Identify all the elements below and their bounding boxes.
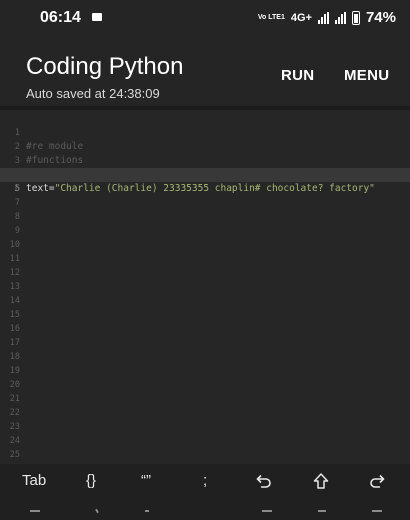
code-line: 2 #functions (0, 126, 410, 166)
arrow-up-icon[interactable] (312, 472, 330, 490)
page-title: Coding Python (26, 53, 184, 80)
line-number: 13 (9, 282, 20, 292)
line-number: 22 (9, 408, 20, 418)
app-header: Coding Python Auto saved at 24:38:09 RUN… (0, 40, 410, 106)
status-indicators: Vo LTE1 4G+ 74% (258, 9, 396, 26)
line-number: 21 (9, 394, 20, 404)
line-number: 9 (14, 226, 20, 236)
line-number: 10 (9, 240, 20, 250)
line-number: 25 (9, 450, 20, 460)
line-number: 12 (9, 268, 20, 278)
line-number: 24 (9, 436, 20, 446)
menu-button[interactable]: MENU (344, 67, 389, 84)
code-line-active[interactable]: 5 (0, 168, 410, 194)
volte-icon: Vo LTE1 (257, 14, 285, 21)
semicolon-key[interactable]: ; (203, 472, 207, 489)
code-line: 4 text="Charlie (Charlie) 23335355 chapl… (0, 154, 410, 194)
signal-icon-2 (334, 11, 346, 24)
line-number: 17 (9, 338, 20, 348)
signal-icon (317, 11, 329, 24)
status-time: 06:14 (40, 9, 81, 26)
keyboard-edge (0, 506, 410, 520)
code-line: 1 #re module (0, 112, 410, 152)
line-number: 6 (14, 184, 20, 194)
line-number: 23 (9, 422, 20, 432)
redo-icon[interactable] (369, 472, 387, 490)
line-number: 14 (9, 296, 20, 306)
line-number: 18 (9, 352, 20, 362)
tab-key[interactable]: Tab (22, 472, 46, 489)
run-button[interactable]: RUN (281, 67, 314, 84)
braces-key[interactable]: {} (86, 472, 96, 489)
quotes-key[interactable]: “” (141, 472, 151, 489)
line-number: 8 (14, 212, 20, 222)
battery-percent: 74% (365, 9, 396, 26)
code-editor[interactable]: 1 #re module 2 #functions 3 import re 4 … (0, 110, 410, 464)
undo-icon[interactable] (254, 472, 272, 490)
key-toolbar: Tab {} “” ; (0, 464, 410, 520)
line-number: 19 (9, 366, 20, 376)
network-type: 4G+ (290, 11, 312, 24)
line-number: 16 (9, 324, 20, 334)
status-bar: 06:14 Vo LTE1 4G+ 74% (0, 0, 410, 40)
line-number: 11 (9, 254, 20, 264)
autosave-status: Auto saved at 24:38:09 (26, 86, 160, 101)
battery-icon (351, 10, 360, 25)
line-number: 20 (9, 380, 20, 390)
code-line: 3 import re (0, 140, 410, 180)
cast-icon (92, 13, 102, 21)
line-number: 15 (9, 310, 20, 320)
line-number: 7 (14, 198, 20, 208)
